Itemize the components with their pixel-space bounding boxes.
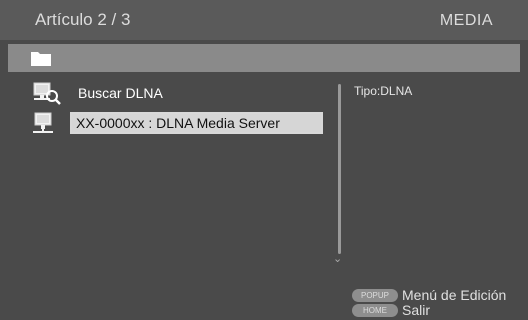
hint-label: Salir bbox=[402, 302, 431, 318]
hint-label: Menú de Edición bbox=[402, 287, 507, 303]
path-bar bbox=[8, 44, 520, 72]
list-item-label: Buscar DLNA bbox=[78, 85, 163, 101]
network-server-icon bbox=[32, 112, 60, 141]
page-title: Artículo 2 / 3 bbox=[35, 10, 131, 29]
scrollbar[interactable] bbox=[338, 84, 341, 254]
header-bar: Artículo 2 / 3 MEDIA bbox=[0, 0, 528, 40]
home-key-icon: HOME bbox=[352, 304, 398, 317]
info-type: Tipo:DLNA bbox=[354, 84, 413, 98]
list-item-dlna-media-server[interactable]: XX-0000xx : DLNA Media Server bbox=[32, 112, 332, 134]
content-panel: Buscar DLNA XX-0000xx : DLNA Media Serve… bbox=[8, 76, 520, 316]
list-item-label: XX-0000xx : DLNA Media Server bbox=[76, 115, 280, 131]
section-title: MEDIA bbox=[439, 12, 493, 29]
popup-key-icon: POPUP bbox=[352, 289, 398, 302]
scroll-down-icon: ⌄ bbox=[333, 253, 343, 265]
search-network-icon bbox=[32, 82, 72, 111]
folder-icon bbox=[30, 49, 52, 72]
list-item-buscar-dlna[interactable]: Buscar DLNA bbox=[32, 82, 282, 105]
